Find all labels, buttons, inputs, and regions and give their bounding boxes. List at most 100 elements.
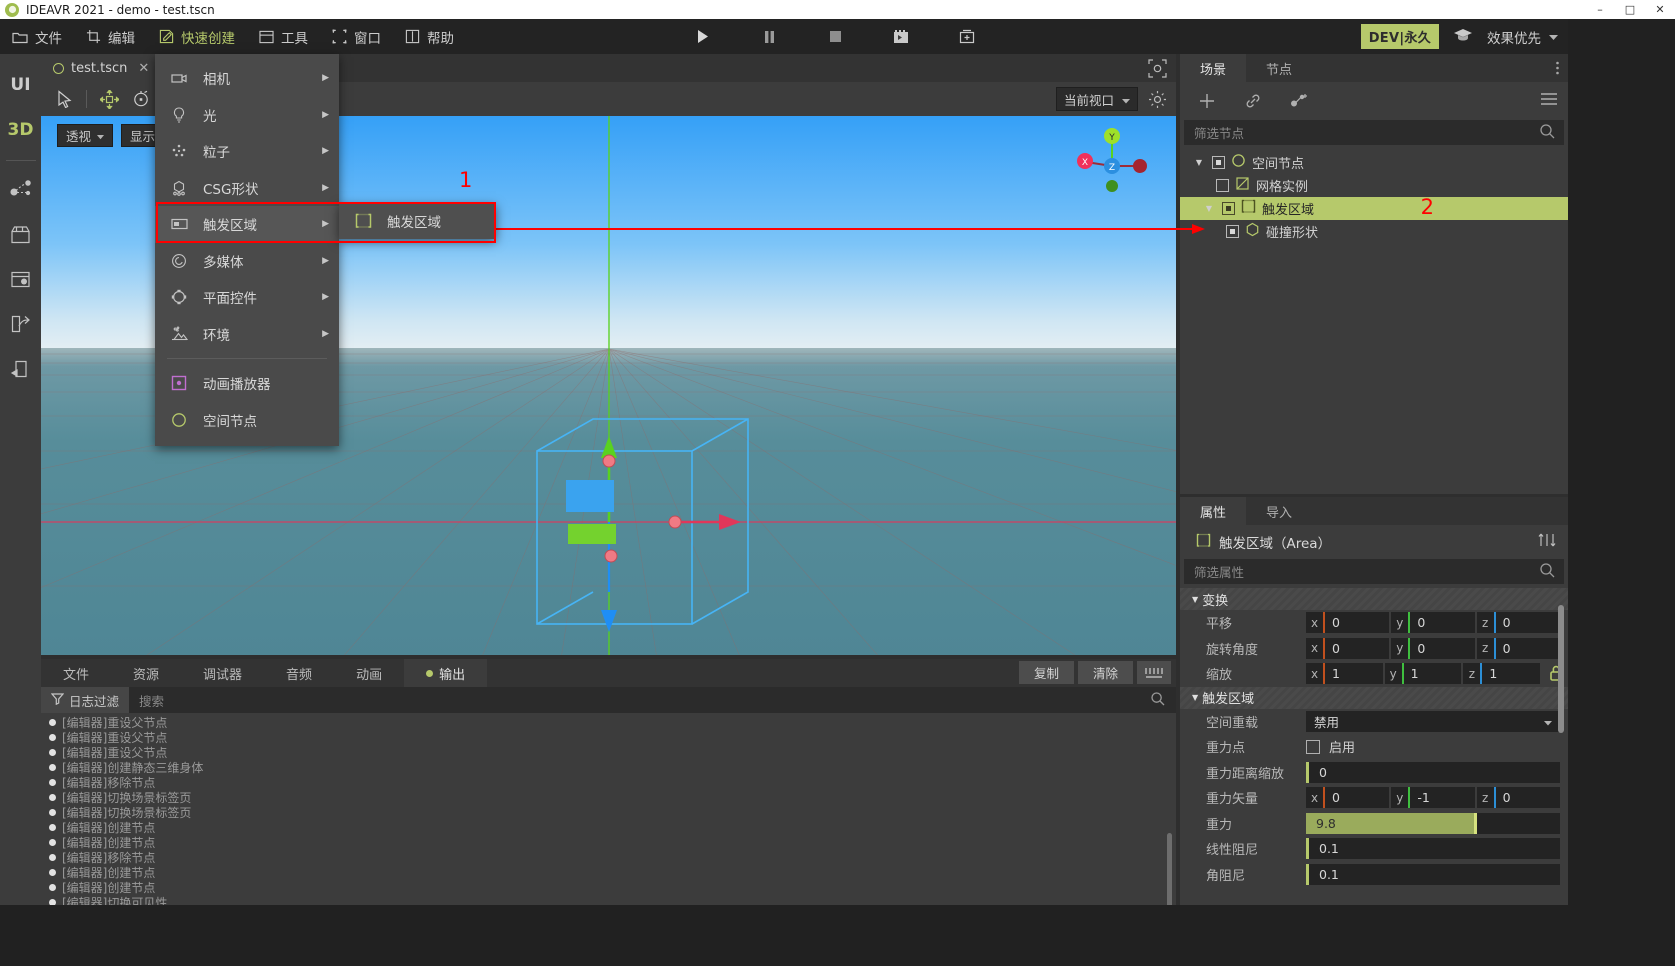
scale-y-field[interactable]: y1 (1384, 663, 1462, 685)
movie-add-icon[interactable] (954, 24, 980, 50)
twisty-icon[interactable]: ▼ (1192, 693, 1198, 702)
rotate-icon[interactable] (126, 85, 156, 113)
pause-icon[interactable] (756, 24, 782, 50)
panel-more-icon[interactable] (1547, 54, 1568, 82)
menu-item-environment[interactable]: 环境 ▶ (155, 316, 339, 353)
gravity-vector-z-field[interactable]: z0 (1476, 787, 1560, 809)
tree-row-spatial[interactable]: ▼ 空间节点 (1180, 151, 1568, 174)
twisty-icon[interactable]: ▼ (1192, 158, 1206, 167)
scale-z-field[interactable]: z1 (1463, 663, 1541, 685)
movie-icon[interactable] (888, 24, 914, 50)
tree-row-collision-shape[interactable]: 碰撞形状 (1180, 220, 1568, 243)
gravity-distance-scale-field[interactable]: 0 (1306, 761, 1560, 783)
scale-x-field[interactable]: x1 (1306, 663, 1383, 685)
sort-tools-icon[interactable] (1538, 532, 1556, 552)
scene-tab-test-tscn[interactable]: test.tscn ✕ (41, 54, 160, 82)
tree-row-trigger-area[interactable]: ▼ 触发区域 2 (1180, 195, 1568, 220)
rail-item-export[interactable] (0, 306, 41, 347)
tree-row-mesh-instance[interactable]: 网格实例 (1180, 174, 1568, 197)
menu-item-csg-shape[interactable]: CSG形状 ▶ (155, 170, 339, 207)
menu-item-multimedia[interactable]: 多媒体 ▶ (155, 243, 339, 280)
section-trigger-area[interactable]: ▼ 触发区域 (1180, 686, 1568, 709)
tab-files[interactable]: 文件 (41, 659, 111, 687)
submenu-item-trigger-area[interactable]: 触发区域 (339, 203, 496, 239)
tab-scene[interactable]: 场景 (1180, 54, 1247, 82)
rotation-z-field[interactable]: z0 (1476, 637, 1560, 659)
menu-help[interactable]: 帮助 (393, 19, 466, 54)
properties-scrollbar[interactable] (1558, 605, 1564, 733)
tab-output[interactable]: 输出 (404, 659, 488, 687)
section-transform[interactable]: ▼ 变换 (1180, 588, 1568, 610)
rail-item-settings[interactable] (0, 261, 41, 302)
gravity-slider[interactable]: 9.8 (1306, 812, 1560, 834)
log-search-input[interactable]: 搜索 (129, 687, 1176, 713)
maximize-button[interactable]: □ (1615, 0, 1645, 19)
hamburger-icon[interactable] (1540, 92, 1558, 110)
rotation-y-field[interactable]: y0 (1391, 637, 1475, 659)
rotation-x-field[interactable]: x0 (1306, 637, 1390, 659)
twisty-icon[interactable]: ▼ (1202, 204, 1216, 213)
focus-frame-icon[interactable] (1147, 58, 1168, 79)
rail-item-store[interactable] (0, 216, 41, 257)
tab-animation[interactable]: 动画 (334, 659, 404, 687)
tab-debugger[interactable]: 调试器 (181, 659, 264, 687)
rail-item-ui[interactable]: UI (0, 64, 41, 105)
log-output-list[interactable]: [编辑器]重设父节点 [编辑器]重设父节点 [编辑器]重设父节点 [编辑器]创建… (41, 713, 1176, 905)
menu-quick-create[interactable]: 快速创建 (147, 19, 247, 54)
play-icon[interactable] (690, 24, 716, 50)
menu-item-trigger-area[interactable]: 触发区域 ▶ (155, 206, 339, 243)
translation-x-field[interactable]: x0 (1306, 612, 1390, 634)
perspective-dropdown[interactable]: 透视 (57, 124, 114, 147)
instance-child-icon[interactable] (1288, 90, 1310, 112)
rail-item-graph[interactable] (0, 171, 41, 212)
gear-icon[interactable] (1142, 85, 1172, 113)
copy-button[interactable]: 复制 (1019, 661, 1074, 684)
add-node-icon[interactable] (1196, 90, 1218, 112)
gravity-point-checkbox[interactable] (1306, 739, 1320, 754)
menu-item-light[interactable]: 光 ▶ (155, 97, 339, 134)
rail-item-publish[interactable] (0, 351, 41, 392)
stop-icon[interactable] (822, 24, 848, 50)
quality-dropdown[interactable]: 效果优先 (1487, 27, 1558, 47)
close-icon[interactable]: ✕ (138, 61, 149, 76)
unlock-icon[interactable] (1542, 663, 1568, 684)
menu-file[interactable]: 文件 (0, 19, 74, 54)
tab-resources[interactable]: 资源 (111, 659, 181, 687)
graduation-cap-icon[interactable] (1453, 27, 1473, 47)
visibility-toggle[interactable] (1212, 156, 1225, 169)
menu-item-camera[interactable]: 相机 ▶ (155, 60, 339, 97)
menu-item-animation-player[interactable]: 动画播放器 (155, 365, 339, 402)
menu-item-spatial-node[interactable]: 空间节点 (155, 402, 339, 439)
link-icon[interactable] (1242, 90, 1264, 112)
gravity-vector-x-field[interactable]: x0 (1306, 787, 1390, 809)
clear-button[interactable]: 清除 (1078, 661, 1133, 684)
tab-node[interactable]: 节点 (1246, 54, 1312, 82)
view-select[interactable]: 当前视口 (1056, 87, 1138, 111)
move-icon[interactable] (94, 85, 124, 113)
axis-gizmo[interactable]: Y X Z (1072, 120, 1152, 198)
linear-damp-field[interactable]: 0.1 (1306, 838, 1560, 860)
select-arrow-icon[interactable] (49, 85, 79, 113)
tab-properties[interactable]: 属性 (1180, 497, 1247, 525)
translation-z-field[interactable]: z0 (1476, 612, 1560, 634)
space-override-select[interactable]: 禁用 (1306, 710, 1560, 732)
rail-item-3d[interactable]: 3D (0, 109, 41, 150)
menu-edit[interactable]: 编辑 (74, 19, 147, 54)
minimize-button[interactable]: – (1585, 0, 1615, 19)
dev-badge[interactable]: DEV|永久 (1360, 24, 1439, 49)
tab-audio[interactable]: 音频 (264, 659, 334, 687)
menu-item-particles[interactable]: 粒子 ▶ (155, 133, 339, 170)
close-button[interactable]: ✕ (1645, 0, 1675, 19)
menu-item-plane-control[interactable]: 平面控件 ▶ (155, 279, 339, 316)
visibility-toggle[interactable] (1226, 225, 1239, 238)
log-scrollbar[interactable] (1167, 833, 1172, 905)
angular-damp-field[interactable]: 0.1 (1306, 863, 1560, 885)
node-filter-input[interactable]: 筛选节点 (1184, 120, 1564, 145)
menu-tools[interactable]: 工具 (247, 19, 320, 54)
translation-y-field[interactable]: y0 (1391, 612, 1475, 634)
twisty-icon[interactable]: ▼ (1192, 595, 1198, 604)
tab-import[interactable]: 导入 (1246, 497, 1312, 525)
collapse-down-icon[interactable] (1137, 661, 1171, 684)
menu-window[interactable]: 窗口 (320, 19, 393, 54)
gravity-vector-y-field[interactable]: y -1 (1391, 787, 1475, 809)
